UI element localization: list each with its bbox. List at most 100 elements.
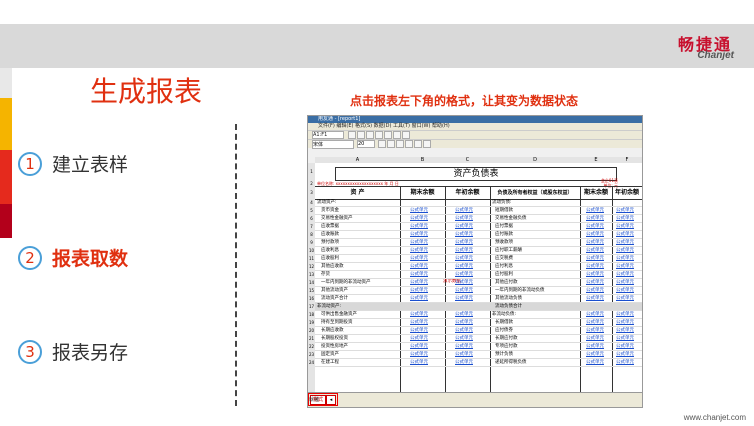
- align-left-button[interactable]: [405, 140, 413, 148]
- formula-cell[interactable]: 公式单元: [455, 231, 473, 238]
- table-row[interactable]: 可供出售金融资产 非流动负债: 公式单元 公式单元 公式单元 公式单元: [315, 311, 642, 319]
- formula-cell[interactable]: 公式单元: [410, 311, 428, 318]
- table-row[interactable]: 持有至到期投资 长期借款 公式单元 公式单元 公式单元 公式单元: [315, 319, 642, 327]
- formula-cell[interactable]: 公式单元: [455, 287, 473, 294]
- table-row[interactable]: 应收账款 应付账款 公式单元 公式单元 公式单元 公式单元: [315, 231, 642, 239]
- formula-cell[interactable]: 公式单元: [455, 351, 473, 358]
- formula-cell[interactable]: 公式单元: [616, 359, 634, 366]
- formula-cell[interactable]: 公式单元: [586, 207, 604, 214]
- formula-cell[interactable]: 公式单元: [410, 207, 428, 214]
- table-row[interactable]: 在建工程 递延所得税负债 公式单元 公式单元 公式单元 公式单元: [315, 359, 642, 367]
- formula-cell[interactable]: 公式单元: [410, 247, 428, 254]
- formula-cell[interactable]: 公式单元: [455, 255, 473, 262]
- formula-cell[interactable]: 公式单元: [586, 295, 604, 302]
- sheet-nav-arrow-icon[interactable]: ◂: [326, 395, 336, 405]
- formula-cell[interactable]: 公式单元: [616, 343, 634, 350]
- formula-cell[interactable]: 公式单元: [616, 231, 634, 238]
- table-row[interactable]: 其他流动资产 一年内到期的非流动负债 公式单元 公式单元 公式单元 公式单元: [315, 287, 642, 295]
- formula-cell[interactable]: 公式单元: [616, 287, 634, 294]
- formula-cell[interactable]: 公式单元: [616, 271, 634, 278]
- formula-cell[interactable]: 公式单元: [455, 343, 473, 350]
- toolbar-button[interactable]: [375, 131, 383, 139]
- formula-cell[interactable]: 公式单元: [410, 223, 428, 230]
- table-row[interactable]: 应收股利 应交税费 公式单元 公式单元 公式单元 公式单元: [315, 255, 642, 263]
- formula-cell[interactable]: 公式单元: [586, 239, 604, 246]
- formula-cell[interactable]: 公式单元: [586, 343, 604, 350]
- table-row[interactable]: 交易性金融资产 交易性金融负债 公式单元 公式单元 公式单元 公式单元: [315, 215, 642, 223]
- toolbar-button[interactable]: [384, 131, 392, 139]
- table-row[interactable]: 长期应收款 应付债券 公式单元 公式单元 公式单元 公式单元: [315, 327, 642, 335]
- formula-cell[interactable]: 公式单元: [586, 255, 604, 262]
- formula-cell[interactable]: 公式单元: [586, 215, 604, 222]
- formula-cell[interactable]: 公式单元: [586, 311, 604, 318]
- table-row[interactable]: 非流动资产: 流动负债合计: [315, 303, 642, 311]
- formula-cell[interactable]: 公式单元: [616, 215, 634, 222]
- formula-cell[interactable]: 公式单元: [410, 295, 428, 302]
- formula-cell[interactable]: 公式单元: [616, 223, 634, 230]
- formula-cell[interactable]: 公式单元: [616, 295, 634, 302]
- table-row[interactable]: 存货 应付股利 公式单元 公式单元 公式单元 公式单元: [315, 271, 642, 279]
- formula-cell[interactable]: 公式单元: [410, 327, 428, 334]
- formula-cell[interactable]: 公式单元: [616, 247, 634, 254]
- toolbar-button[interactable]: [348, 131, 356, 139]
- font-size-select[interactable]: 20: [357, 140, 375, 148]
- formula-cell[interactable]: 公式单元: [455, 215, 473, 222]
- formula-cell[interactable]: 公式单元: [410, 287, 428, 294]
- table-row[interactable]: 应收利息 应付职工薪酬 公式单元 公式单元 公式单元 公式单元: [315, 247, 642, 255]
- table-row[interactable]: 一年内到期的非流动资产 其他应付款 公式单元 公式单元 公式单元 公式单元: [315, 279, 642, 287]
- table-row[interactable]: 货币资金 短期借款 公式单元 公式单元 公式单元 公式单元: [315, 207, 642, 215]
- formula-cell[interactable]: 公式单元: [586, 271, 604, 278]
- formula-cell[interactable]: 公式单元: [455, 207, 473, 214]
- formula-cell[interactable]: 公式单元: [455, 359, 473, 366]
- formula-cell[interactable]: 公式单元: [616, 327, 634, 334]
- formula-cell[interactable]: 公式单元: [455, 327, 473, 334]
- formula-cell[interactable]: 公式单元: [455, 319, 473, 326]
- formula-cell[interactable]: 公式单元: [410, 239, 428, 246]
- formula-cell[interactable]: 公式单元: [616, 279, 634, 286]
- spreadsheet[interactable]: 资产负债表 单位名称: xxxxxxxxxxxxxxxxxxxx 年 月 日 会…: [315, 163, 642, 393]
- formula-cell[interactable]: 公式单元: [455, 311, 473, 318]
- formula-cell[interactable]: 公式单元: [455, 263, 473, 270]
- menu-bar[interactable]: 文件(F) 编辑(E) 格式(S) 数据(D) 工具(T) 窗口(W) 帮助(H…: [308, 123, 642, 130]
- formula-cell[interactable]: 公式单元: [616, 263, 634, 270]
- formula-cell[interactable]: 公式单元: [586, 351, 604, 358]
- table-row[interactable]: 预付款项 预收款项 公式单元 公式单元 公式单元 公式单元: [315, 239, 642, 247]
- formula-cell[interactable]: 公式单元: [410, 335, 428, 342]
- formula-cell[interactable]: 公式单元: [455, 247, 473, 254]
- formula-cell[interactable]: 公式单元: [586, 231, 604, 238]
- table-row[interactable]: 流动资产合计 其他流动负债 公式单元 公式单元 公式单元 公式单元: [315, 295, 642, 303]
- formula-cell[interactable]: 公式单元: [586, 287, 604, 294]
- formula-cell[interactable]: 公式单元: [616, 239, 634, 246]
- formula-cell[interactable]: 公式单元: [586, 319, 604, 326]
- toolbar[interactable]: A1:F1: [308, 130, 642, 139]
- formula-cell[interactable]: 公式单元: [410, 359, 428, 366]
- step-2[interactable]: 2 报表取数: [18, 244, 128, 271]
- table-row[interactable]: 固定资产 预计负债 公式单元 公式单元 公式单元 公式单元: [315, 351, 642, 359]
- toolbar-button[interactable]: [393, 131, 401, 139]
- formula-cell[interactable]: 公式单元: [455, 335, 473, 342]
- formula-cell[interactable]: 公式单元: [410, 215, 428, 222]
- formula-cell[interactable]: 公式单元: [616, 351, 634, 358]
- formula-cell[interactable]: 公式单元: [586, 279, 604, 286]
- toolbar-button[interactable]: [402, 131, 410, 139]
- formula-cell[interactable]: 公式单元: [616, 319, 634, 326]
- formula-cell[interactable]: 公式单元: [616, 335, 634, 342]
- formula-cell[interactable]: 公式单元: [455, 295, 473, 302]
- formula-cell[interactable]: 公式单元: [616, 207, 634, 214]
- toolbar-button[interactable]: [357, 131, 365, 139]
- formula-cell[interactable]: 公式单元: [410, 231, 428, 238]
- align-right-button[interactable]: [423, 140, 431, 148]
- formula-cell[interactable]: 公式单元: [586, 327, 604, 334]
- formula-cell[interactable]: 公式单元: [455, 279, 473, 286]
- step-1[interactable]: 1 建立表样: [18, 150, 128, 177]
- formula-cell[interactable]: 公式单元: [410, 255, 428, 262]
- formula-cell[interactable]: 公式单元: [616, 311, 634, 318]
- formula-cell[interactable]: 公式单元: [410, 343, 428, 350]
- formula-cell[interactable]: 公式单元: [455, 239, 473, 246]
- formula-cell[interactable]: 公式单元: [586, 359, 604, 366]
- formula-cell[interactable]: 公式单元: [586, 335, 604, 342]
- align-center-button[interactable]: [414, 140, 422, 148]
- italic-button[interactable]: [387, 140, 395, 148]
- bold-button[interactable]: [378, 140, 386, 148]
- toolbar-button[interactable]: [366, 131, 374, 139]
